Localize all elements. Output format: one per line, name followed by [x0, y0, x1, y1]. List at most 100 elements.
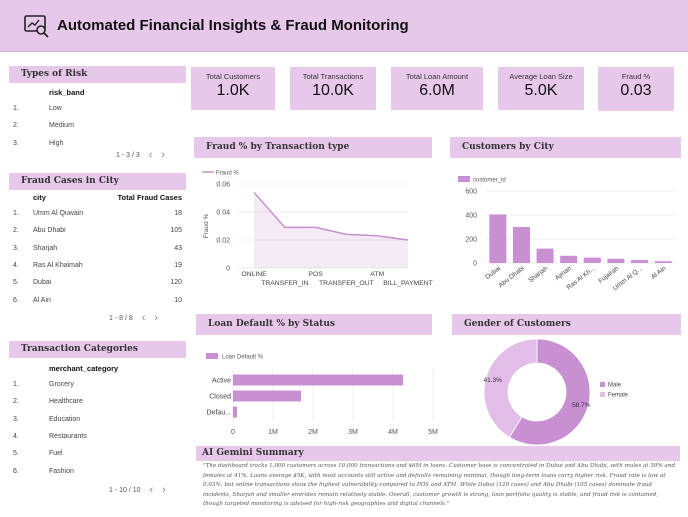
list-item[interactable]: 5. Dubai 120 [9, 274, 186, 291]
list-item[interactable]: 2. Abu Dhabi 105 [9, 222, 186, 239]
x-tick-label: 1M [268, 429, 278, 436]
merchant-category-column-header[interactable]: merchant_category [49, 364, 118, 373]
kpi-label: Total Transactions [302, 72, 364, 81]
customers-by-city-title: Customers by City [450, 137, 681, 158]
list-item[interactable]: 3. Sharjah 43 [9, 240, 186, 257]
row-index: 1. [13, 381, 19, 388]
list-item[interactable]: 6. Fashion [9, 463, 186, 480]
fraud-city-pager: 1 - 8 / 8 ‹ › [109, 311, 158, 324]
chevron-right-icon[interactable]: › [162, 484, 166, 496]
city-column-header[interactable]: city [33, 193, 46, 202]
row-value: 120 [170, 279, 182, 287]
risk-column-header[interactable]: risk_band [49, 88, 84, 97]
list-item[interactable]: 1. Low [9, 100, 186, 117]
list-item[interactable]: 6. Al Ain 10 [9, 292, 186, 309]
y-tick-label: Active [212, 378, 231, 385]
y-tick-label: 600 [465, 189, 477, 196]
list-item[interactable]: 1. Grocery [9, 376, 186, 393]
txn-categories-title: Transaction Categories [9, 341, 186, 358]
y-tick-label: 0.04 [216, 210, 230, 217]
row-label: Healthcare [49, 398, 83, 406]
list-item[interactable]: 2. Medium [9, 117, 186, 134]
y-tick-label: 0.06 [216, 182, 230, 189]
y-tick-label: 0 [473, 261, 477, 268]
row-index: 4. [13, 261, 19, 269]
y-tick-label: Closed [209, 394, 231, 401]
row-label: Abu Dhabi [33, 227, 66, 235]
gender-chart: 58.7% Male 41.3% Female [483, 338, 629, 446]
kpi-average-loan-size: Average Loan Size 5.0K [498, 67, 584, 110]
fraud-by-type-title: Fraud % by Transaction type [194, 137, 432, 158]
bar [512, 227, 530, 263]
row-index: 2. [13, 227, 19, 235]
loan-default-title: Loan Default % by Status [196, 314, 432, 335]
y-tick-label: 0.02 [216, 238, 230, 245]
row-index: 5. [13, 450, 19, 458]
loan-default-chart: Loan Default % 0 1M 2M 3M 4M 5M Active Closed Def… [206, 353, 438, 436]
x-tick-label: POS [308, 271, 323, 278]
bar [233, 390, 301, 402]
x-tick-label: Sharjah [527, 265, 549, 285]
kpi-value: 5.0K [524, 82, 558, 99]
row-index: 2. [13, 122, 19, 130]
row-label: Umm Al Quwain [33, 210, 84, 217]
list-item[interactable]: 4. Ras Al Khaimah 19 [9, 257, 186, 274]
y-tick-label: 0 [226, 266, 230, 273]
list-item[interactable]: 3. Education [9, 411, 186, 428]
x-tick-label: 3M [348, 429, 358, 436]
row-index: 3. [13, 415, 19, 423]
chevron-left-icon[interactable]: ‹ [142, 312, 146, 324]
kpi-total-loan-amount: Total Loan Amount 6.0M [391, 67, 483, 110]
fraud-by-type-chart: Fraud % 0 0.02 0.04 0.06 Fraud % ONLINE TRANSFE… [202, 171, 433, 287]
bar [654, 261, 672, 263]
legend-label: Female [608, 393, 629, 399]
legend-swatch [600, 392, 605, 397]
x-tick-label: ONLINE [241, 271, 267, 278]
legend-label: customer_id [473, 178, 506, 184]
bar [560, 255, 578, 263]
chevron-right-icon[interactable]: › [154, 312, 158, 324]
row-label: Ras Al Khaimah [33, 261, 83, 269]
risk-pager: 1 - 3 / 3 ‹ › [116, 148, 165, 161]
row-index: 6. [13, 296, 19, 304]
pager-label: 1 - 3 / 3 [116, 152, 140, 159]
list-item[interactable]: 4. Restaurants [9, 428, 186, 445]
row-index: 3. [13, 139, 19, 147]
x-tick-label: Dubai [484, 265, 502, 281]
pager-label: 1 - 8 / 8 [109, 315, 133, 322]
row-label: Fuel [49, 450, 63, 458]
chevron-left-icon[interactable]: ‹ [150, 484, 154, 496]
row-index: 5. [13, 279, 19, 287]
row-index: 1. [13, 105, 19, 112]
legend-label: Fraud % [216, 171, 239, 177]
list-item[interactable]: 1. Umm Al Quwain 18 [9, 205, 186, 222]
txn-categories-pager: 1 - 10 / 10 ‹ › [109, 483, 166, 496]
x-tick-label: Ajman [554, 265, 573, 282]
y-tick-label: Defau... [206, 410, 231, 417]
x-tick-label: 4M [388, 429, 398, 436]
row-index: 6. [13, 467, 19, 475]
kpi-value: 6.0M [419, 82, 455, 99]
chevron-right-icon[interactable]: › [161, 149, 165, 161]
kpi-value: 0.03 [620, 82, 652, 99]
bar [536, 248, 554, 263]
list-item[interactable]: 5. Fuel [9, 445, 186, 462]
legend-swatch [458, 176, 470, 182]
x-tick-label: 0 [231, 429, 235, 436]
x-tick-label: TRANSFER_OUT [319, 280, 374, 287]
chevron-left-icon[interactable]: ‹ [149, 149, 153, 161]
total-fraud-column-header[interactable]: Total Fraud Cases [118, 193, 182, 202]
row-label: Medium [49, 122, 74, 130]
row-value: 105 [170, 227, 182, 235]
kpi-fraud-percent: Fraud % 0.03 [598, 67, 674, 111]
list-item[interactable]: 2. Healthcare [9, 393, 186, 410]
kpi-label: Average Loan Size [509, 72, 573, 81]
kpi-value: 1.0K [216, 82, 250, 99]
fraud-city-table: Fraud Cases in City city Total Fraud Cas… [9, 173, 186, 328]
kpi-label: Fraud % [621, 72, 651, 81]
row-label: Grocery [49, 381, 74, 388]
customers-by-city-chart: customer_id 0 200 400 600 DubaiAbu Dhabi Sharj… [458, 176, 675, 292]
risk-table-title: Types of Risk [9, 66, 186, 83]
summary-text: "The dashboard tracks 1,000 customers ac… [203, 463, 676, 508]
row-label: Fashion [49, 467, 74, 475]
